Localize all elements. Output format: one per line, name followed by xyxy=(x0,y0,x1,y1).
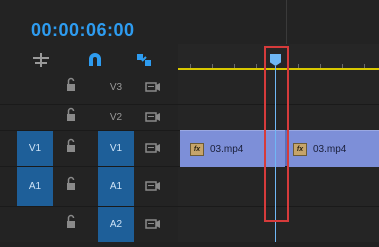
source-patch-a1[interactable]: A1 xyxy=(17,166,53,206)
track-row-v3: V3 xyxy=(0,70,178,104)
track-headers: V3 V2 V1 V1 A1 A1 A2 xyxy=(0,70,178,242)
track-row-v2: V2 xyxy=(0,104,178,130)
video-clip[interactable]: fx 03.mp4 xyxy=(287,130,379,167)
sync-lock-icon[interactable] xyxy=(142,166,164,206)
track-name-v2[interactable]: V2 xyxy=(98,104,134,130)
panel-divider xyxy=(286,0,287,44)
source-patch-v3[interactable] xyxy=(17,70,53,104)
track-row-v1: V1 V1 xyxy=(0,130,178,166)
sync-lock-icon[interactable] xyxy=(142,70,164,104)
linked-selection-icon[interactable] xyxy=(135,52,153,68)
insert-track-icon[interactable] xyxy=(32,52,50,68)
lock-icon[interactable] xyxy=(64,166,78,206)
track-name-v3[interactable]: V3 xyxy=(98,70,134,104)
timecode-display[interactable]: 00:00:06:00 xyxy=(31,20,135,41)
source-patch-v2[interactable] xyxy=(17,104,53,130)
track-name-a1[interactable]: A1 xyxy=(98,166,134,206)
track-divider xyxy=(0,104,379,105)
source-patch-v1[interactable]: V1 xyxy=(17,130,53,166)
track-divider xyxy=(0,206,379,207)
clip-label: 03.mp4 xyxy=(210,143,244,155)
snap-magnet-icon[interactable] xyxy=(86,52,104,68)
lock-icon[interactable] xyxy=(64,206,78,242)
track-name-v1[interactable]: V1 xyxy=(98,130,134,166)
lock-icon[interactable] xyxy=(64,70,78,104)
timeline-panel: 00:00:06:00 V3 V2 V1 V1 A1 A1 A2 fx 03.m… xyxy=(0,0,379,242)
track-row-a1: A1 A1 xyxy=(0,166,178,206)
track-row-a2: A2 xyxy=(0,206,178,242)
lock-icon[interactable] xyxy=(64,104,78,130)
sync-lock-icon[interactable] xyxy=(142,130,164,166)
sync-lock-icon[interactable] xyxy=(142,206,164,242)
fx-badge-icon: fx xyxy=(293,142,307,156)
sync-lock-icon[interactable] xyxy=(142,104,164,130)
fx-badge-icon: fx xyxy=(190,142,204,156)
clip-label: 03.mp4 xyxy=(313,143,347,155)
annotation-highlight-box xyxy=(264,46,289,222)
source-patch-a2[interactable] xyxy=(17,206,53,242)
track-name-a2[interactable]: A2 xyxy=(98,206,134,242)
lock-icon[interactable] xyxy=(64,130,78,166)
